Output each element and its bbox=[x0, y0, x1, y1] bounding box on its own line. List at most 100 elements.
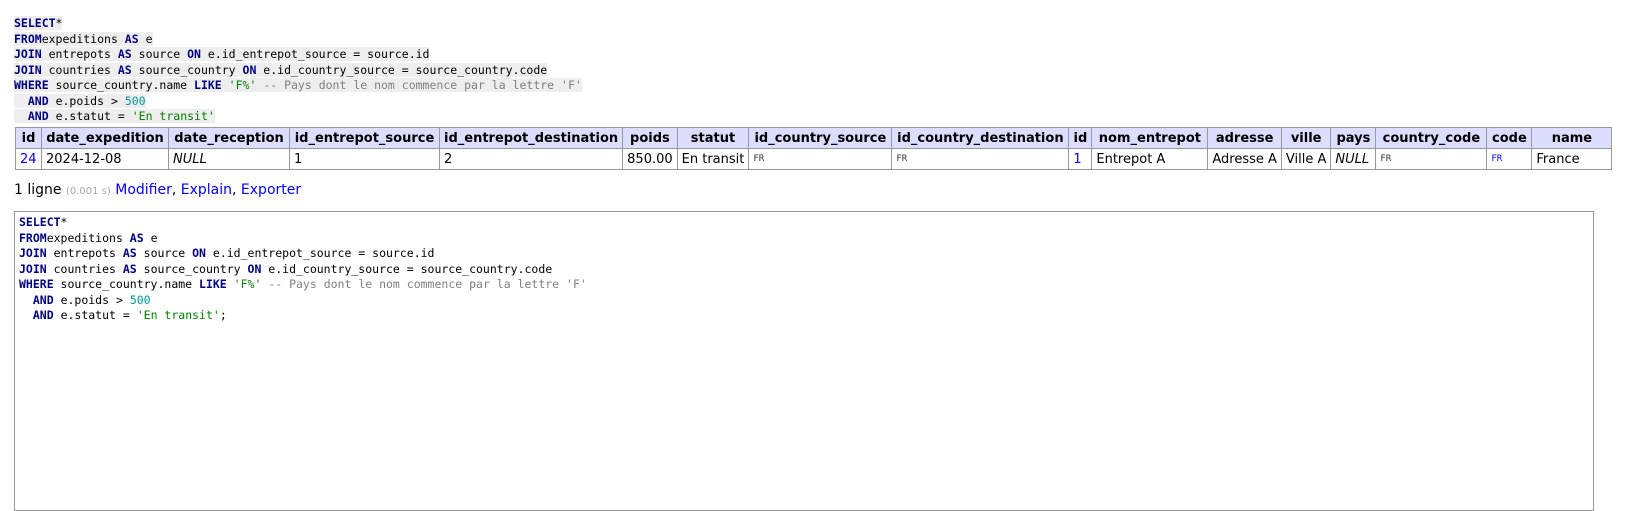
sql-token: AS bbox=[129, 230, 144, 245]
sql-editor[interactable]: SELECT* FROMexpeditions AS e JOIN entrep… bbox=[14, 211, 1594, 511]
sql-token: e bbox=[138, 31, 153, 46]
sql-token: e.statut = bbox=[48, 109, 132, 123]
sql-token: LIKE bbox=[199, 277, 227, 291]
query-line: FROMexpeditions AS e bbox=[14, 31, 153, 46]
sql-token: e.id_entrepot_source = source.id bbox=[205, 246, 435, 260]
cell-id_entrepot_destination: 2 bbox=[438, 148, 624, 170]
sql-token: JOIN bbox=[14, 47, 42, 61]
sql-token: AS bbox=[122, 261, 137, 276]
sql-token: countries bbox=[41, 62, 118, 77]
row-count: 1 ligne bbox=[14, 182, 62, 198]
sql-token: -- Pays dont le nom commence par la lett… bbox=[263, 78, 582, 92]
query-line: AND e.poids > 500 bbox=[19, 293, 151, 307]
sql-token: AS bbox=[124, 31, 139, 46]
sql-token: countries bbox=[46, 261, 123, 276]
cell-adresse: Adresse A bbox=[1207, 148, 1282, 170]
sql-token: ON bbox=[187, 47, 201, 61]
column-header-id_country_destination[interactable]: id_country_destination bbox=[891, 127, 1070, 149]
query-line: AND e.statut = 'En transit'; bbox=[19, 308, 227, 322]
column-header-adresse[interactable]: adresse bbox=[1207, 127, 1282, 149]
explain-link[interactable]: Explain bbox=[181, 182, 232, 198]
cell-id_entrepot_source: 1 bbox=[289, 148, 440, 170]
sql-token: e.poids > bbox=[53, 292, 130, 307]
cell-id[interactable]: 1 bbox=[1068, 148, 1093, 170]
sql-token: e.id_country_source = source_country.cod… bbox=[256, 62, 548, 77]
sql-token: 500 bbox=[129, 292, 151, 307]
sql-token: entrepots bbox=[46, 246, 123, 260]
cell-id[interactable]: 24 bbox=[15, 148, 42, 170]
sql-token: source bbox=[136, 246, 193, 260]
cell-id_country_source: FR bbox=[748, 148, 893, 170]
column-header-ville[interactable]: ville bbox=[1280, 127, 1332, 149]
sql-token: AND bbox=[32, 292, 54, 307]
cell-pays: NULL bbox=[1330, 148, 1377, 170]
result-info: 1 ligne (0.001 s) Modifier, Explain, Exp… bbox=[14, 182, 302, 198]
column-header-code[interactable]: code bbox=[1486, 127, 1533, 149]
cell-id_country_destination: FR bbox=[891, 148, 1070, 170]
column-header-id_country_source[interactable]: id_country_source bbox=[748, 127, 893, 149]
sql-terminator: ; bbox=[219, 308, 227, 322]
sql-token: ON bbox=[192, 246, 206, 260]
sql-token: WHERE bbox=[14, 78, 49, 92]
column-header-id[interactable]: id bbox=[1068, 127, 1093, 149]
sql-token: AS bbox=[117, 47, 132, 61]
sql-token: FROM bbox=[19, 230, 47, 245]
query-line: SELECT* bbox=[14, 16, 63, 30]
column-header-poids[interactable]: poids bbox=[622, 127, 678, 149]
export-link[interactable]: Exporter bbox=[241, 182, 301, 198]
sql-token: FROM bbox=[14, 31, 42, 46]
column-header-id_entrepot_source[interactable]: id_entrepot_source bbox=[289, 127, 440, 149]
sql-token: JOIN bbox=[19, 246, 47, 260]
sql-token: source_country.name bbox=[48, 78, 195, 92]
query-line: WHERE source_country.name LIKE 'F%' -- P… bbox=[19, 277, 587, 291]
column-header-name[interactable]: name bbox=[1531, 127, 1613, 149]
table-row: 24 2024-12-08 NULL 1 2 850.00 En transit FR FR 1 E… bbox=[15, 148, 1613, 170]
query-line: JOIN entrepots AS source ON e.id_entrepo… bbox=[19, 246, 434, 260]
sql-token: expeditions bbox=[41, 31, 125, 46]
sql-token: * bbox=[60, 215, 68, 229]
modify-link[interactable]: Modifier bbox=[115, 182, 172, 198]
cell-name: France bbox=[1531, 148, 1613, 170]
column-header-id[interactable]: id bbox=[15, 127, 42, 149]
column-header-pays[interactable]: pays bbox=[1330, 127, 1377, 149]
column-header-country_code[interactable]: country_code bbox=[1375, 127, 1488, 149]
column-header-date_expedition[interactable]: date_expedition bbox=[41, 127, 169, 149]
sql-token: JOIN bbox=[14, 62, 42, 77]
query-line: WHERE source_country.name LIKE 'F%' -- P… bbox=[14, 78, 582, 92]
sql-token: ON bbox=[242, 62, 257, 77]
sql-token: AS bbox=[117, 62, 132, 77]
sql-token: SELECT bbox=[19, 215, 61, 229]
sql-token: AND bbox=[27, 93, 49, 108]
cell-date_reception: NULL bbox=[168, 148, 290, 170]
query-line: AND e.statut = 'En transit' bbox=[14, 109, 215, 123]
sql-token: source_country bbox=[136, 261, 248, 276]
cell-date_expedition: 2024-12-08 bbox=[41, 148, 169, 170]
column-header-id_entrepot_destination[interactable]: id_entrepot_destination bbox=[438, 127, 624, 149]
sql-token: SELECT bbox=[14, 16, 56, 30]
cell-ville: Ville A bbox=[1280, 148, 1332, 170]
sql-token: e.statut = bbox=[53, 308, 137, 322]
cell-statut: En transit bbox=[676, 148, 750, 170]
query-line: FROMexpeditions AS e bbox=[19, 231, 158, 245]
sql-token: AND bbox=[27, 109, 49, 123]
sql-token: source_country bbox=[131, 62, 243, 77]
query-line: JOIN countries AS source_country ON e.id… bbox=[19, 262, 552, 276]
cell-country_code: FR bbox=[1375, 148, 1488, 170]
sql-token: LIKE bbox=[194, 78, 222, 92]
query-line: SELECT* bbox=[19, 215, 67, 229]
sql-token: e bbox=[143, 230, 158, 245]
sql-token: 500 bbox=[124, 93, 146, 108]
sql-editor-text[interactable]: SELECT* FROMexpeditions AS e JOIN entrep… bbox=[19, 215, 587, 324]
column-header-date_reception[interactable]: date_reception bbox=[168, 127, 290, 149]
sql-token: AND bbox=[32, 308, 54, 322]
cell-code[interactable]: FR bbox=[1486, 148, 1533, 170]
sql-token: expeditions bbox=[46, 230, 130, 245]
column-header-statut[interactable]: statut bbox=[676, 127, 750, 149]
sql-token: e.poids > bbox=[48, 93, 125, 108]
query-time: (0.001 s) bbox=[65, 186, 111, 197]
column-header-nom_entrepot[interactable]: nom_entrepot bbox=[1091, 127, 1209, 149]
